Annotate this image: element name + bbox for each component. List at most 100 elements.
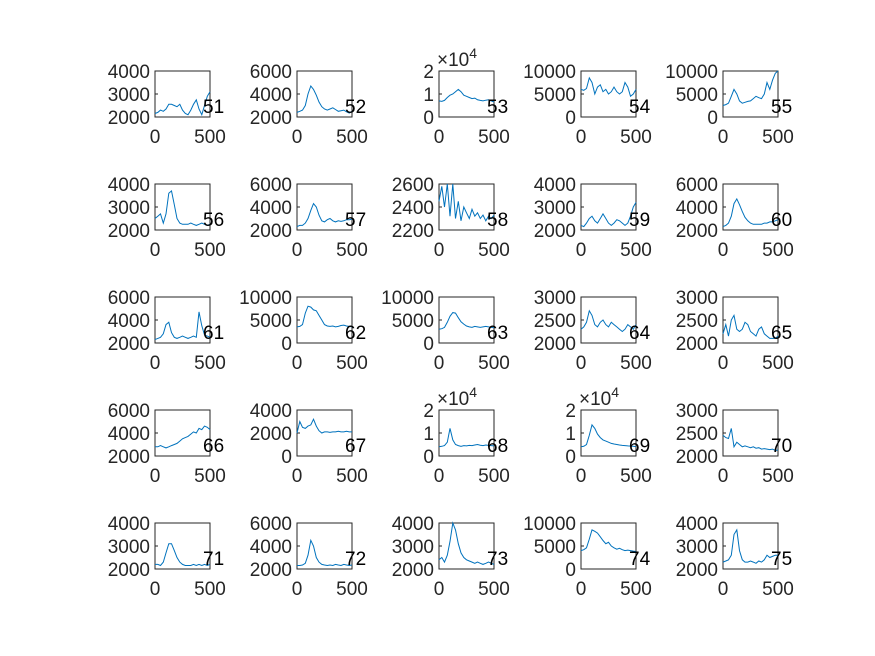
y-tick-label: 4000 (250, 537, 292, 558)
panel-label: 56 (203, 210, 224, 231)
x-tick-label: 0 (434, 240, 445, 261)
y-tick-label: 4000 (108, 62, 150, 83)
y-tick-label: 2600 (392, 175, 434, 196)
x-tick-label: 0 (150, 579, 161, 600)
panel-label: 63 (487, 323, 508, 344)
plot-frame (154, 409, 211, 457)
x-tick-label: 0 (718, 466, 729, 487)
x-tick-label: 0 (292, 127, 303, 148)
y-tick-label: 6000 (250, 175, 292, 196)
y-tick-label: 6000 (250, 62, 292, 83)
panel-label: 59 (629, 210, 650, 231)
y-tick-label: 4000 (108, 424, 150, 445)
x-tick-label: 500 (478, 240, 510, 261)
x-tick-label: 0 (434, 466, 445, 487)
x-tick-label: 0 (292, 579, 303, 600)
y-tick-label: 0 (423, 108, 434, 129)
y-tick-label: 4000 (108, 175, 150, 196)
y-tick-label: 2000 (108, 108, 150, 129)
y-tick-label: 10000 (381, 288, 434, 309)
x-tick-label: 0 (150, 240, 161, 261)
x-tick-label: 0 (576, 466, 587, 487)
y-tick-label: 3000 (108, 537, 150, 558)
y-tick-label: 3000 (676, 288, 718, 309)
panel-label: 55 (771, 97, 792, 118)
y-tick-label: 2000 (108, 334, 150, 355)
panel-label: 51 (203, 97, 224, 118)
x-tick-label: 0 (292, 240, 303, 261)
x-tick-label: 0 (150, 466, 161, 487)
panel-label: 62 (345, 323, 366, 344)
y-tick-label: 4000 (534, 175, 576, 196)
y-tick-label: 2 (423, 401, 434, 422)
y-tick-label: 2500 (676, 311, 718, 332)
y-tick-label: 2000 (676, 221, 718, 242)
y-tick-label: 2500 (534, 311, 576, 332)
y-tick-label: 2 (565, 401, 576, 422)
x-tick-label: 500 (336, 353, 368, 374)
y-tick-label: 1 (565, 424, 576, 445)
x-tick-label: 500 (620, 353, 652, 374)
x-tick-label: 500 (194, 353, 226, 374)
x-tick-label: 500 (194, 579, 226, 600)
y-tick-label: 2000 (534, 334, 576, 355)
y-tick-label: 4000 (676, 198, 718, 219)
x-tick-label: 0 (292, 353, 303, 374)
y-tick-label: 10000 (665, 62, 718, 83)
y-tick-label: 2000 (676, 447, 718, 468)
panel-label: 75 (771, 549, 792, 570)
plot-frame (438, 522, 495, 570)
plot-frame (438, 296, 495, 344)
panel-label: 66 (203, 436, 224, 457)
plot-frame (438, 183, 495, 231)
plot-frame (722, 70, 779, 118)
y-tick-label: 2000 (108, 221, 150, 242)
panel-label: 61 (203, 323, 224, 344)
x-tick-label: 500 (478, 353, 510, 374)
y-tick-label: 5000 (534, 537, 576, 558)
x-tick-label: 0 (150, 127, 161, 148)
y-tick-label: 3000 (534, 288, 576, 309)
y-tick-label: 4000 (250, 401, 292, 422)
x-tick-label: 500 (762, 353, 794, 374)
panel-label: 58 (487, 210, 508, 231)
x-tick-label: 500 (762, 466, 794, 487)
y-tick-label: 2000 (250, 108, 292, 129)
x-tick-label: 500 (336, 466, 368, 487)
y-tick-label: 1 (423, 85, 434, 106)
panel-label: 53 (487, 97, 508, 118)
panel-label: 52 (345, 97, 366, 118)
plot-frame (438, 409, 495, 457)
plot-frame (722, 522, 779, 570)
y-tick-label: 0 (565, 108, 576, 129)
x-tick-label: 0 (718, 127, 729, 148)
y-tick-label: 2000 (392, 560, 434, 581)
y-tick-label: 10000 (239, 288, 292, 309)
x-tick-label: 500 (620, 466, 652, 487)
x-tick-label: 500 (194, 240, 226, 261)
plot-frame (438, 70, 495, 118)
y-tick-label: 1 (423, 424, 434, 445)
panel-label: 54 (629, 97, 651, 118)
x-tick-label: 0 (434, 127, 445, 148)
y-tick-label: 2000 (108, 560, 150, 581)
y-tick-label: 6000 (108, 288, 150, 309)
panel-label: 74 (629, 549, 651, 570)
plot-frame (296, 296, 353, 344)
y-tick-label: 3000 (676, 537, 718, 558)
y-tick-label: 2000 (534, 221, 576, 242)
x-tick-label: 0 (718, 240, 729, 261)
y-tick-label: 4000 (676, 514, 718, 535)
y-tick-label: 2400 (392, 198, 434, 219)
panel-label: 68 (487, 436, 508, 457)
x-tick-label: 500 (620, 127, 652, 148)
y-tick-label: 4000 (250, 198, 292, 219)
panel-label: 57 (345, 210, 366, 231)
y-tick-label: 5000 (392, 311, 434, 332)
x-tick-label: 0 (576, 353, 587, 374)
plot-frame (580, 409, 637, 457)
x-tick-label: 0 (434, 353, 445, 374)
x-tick-label: 500 (762, 240, 794, 261)
x-tick-label: 500 (194, 466, 226, 487)
y-tick-label: 3000 (676, 401, 718, 422)
